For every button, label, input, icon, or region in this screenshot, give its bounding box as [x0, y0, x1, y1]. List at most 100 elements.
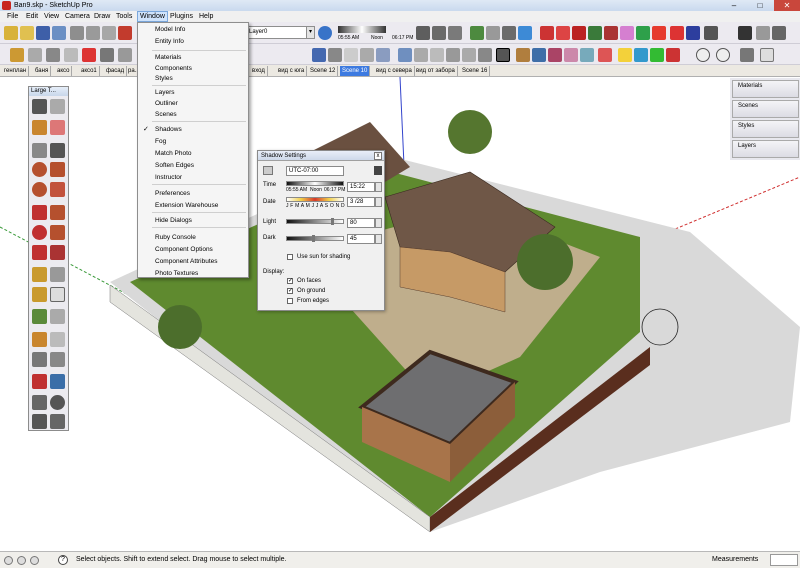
time-input[interactable]: 15:22: [347, 182, 375, 192]
polygon-icon[interactable]: [32, 182, 47, 197]
menu-item-component-attributes[interactable]: Component Attributes: [155, 257, 218, 266]
ruby-icon-2[interactable]: [556, 26, 570, 40]
make-component-icon[interactable]: [50, 99, 65, 114]
menu-item-ruby-console[interactable]: Ruby Console: [155, 233, 196, 242]
menu-item-preferences[interactable]: Preferences: [155, 189, 190, 198]
menu-item-extension-warehouse[interactable]: Extension Warehouse: [155, 201, 218, 210]
menu-item-fog[interactable]: Fog: [155, 137, 166, 146]
layer-select[interactable]: Layer0: [246, 26, 310, 39]
details-toggle-icon[interactable]: [374, 166, 382, 175]
new-file-icon[interactable]: [4, 26, 18, 40]
plugin-icon-10[interactable]: [772, 26, 786, 40]
menu-item-components[interactable]: Components: [155, 64, 192, 73]
plugin-icon-18[interactable]: [634, 48, 648, 62]
zoom-icon[interactable]: [46, 48, 60, 62]
shadow-time-slider[interactable]: [338, 26, 386, 33]
menu-view[interactable]: View: [42, 11, 61, 22]
menu-tools[interactable]: Tools: [114, 11, 134, 22]
ruby-icon-3[interactable]: [572, 26, 586, 40]
view-iso-2-icon[interactable]: [398, 48, 412, 62]
menu-item-shadows[interactable]: Shadows: [155, 125, 182, 134]
user-icon[interactable]: [30, 556, 39, 565]
push-pull-icon[interactable]: [50, 205, 65, 220]
scene-tab-genplan[interactable]: генплан: [2, 66, 30, 76]
ruby-icon-1[interactable]: [540, 26, 554, 40]
protractor-icon[interactable]: [32, 287, 47, 302]
view-back-icon[interactable]: [462, 48, 476, 62]
orbit-2-icon[interactable]: [32, 332, 47, 347]
shadow-settings-close-button[interactable]: x: [374, 152, 382, 160]
menu-camera[interactable]: Camera: [63, 11, 92, 22]
scene-tab-vid-s-severa[interactable]: вид с севера: [374, 66, 415, 76]
move-icon[interactable]: [32, 205, 47, 220]
pan-icon[interactable]: [738, 26, 752, 40]
model-scene-drawing[interactable]: [0, 77, 800, 551]
scene-tab-scene10[interactable]: Scene 10: [340, 66, 371, 76]
plugin-icon-21[interactable]: [696, 48, 710, 62]
style-shaded-icon[interactable]: [376, 48, 390, 62]
dark-slider[interactable]: [286, 235, 344, 242]
tray-styles[interactable]: Styles: [732, 120, 799, 138]
menu-item-materials[interactable]: Materials: [155, 53, 181, 62]
look-around-icon[interactable]: [50, 395, 65, 410]
layer-manager-icon[interactable]: [318, 26, 332, 40]
menu-item-soften-edges[interactable]: Soften Edges: [155, 161, 194, 170]
view-left-icon[interactable]: [478, 48, 492, 62]
menu-item-layers[interactable]: Layers: [155, 88, 175, 97]
menu-item-hide-dialogs[interactable]: Hide Dialogs: [155, 216, 192, 225]
menu-edit[interactable]: Edit: [24, 11, 40, 22]
on-ground-checkbox[interactable]: ✓: [287, 288, 293, 294]
scene-tab-akso1[interactable]: аксо1: [79, 66, 100, 76]
select-arrow-icon[interactable]: [32, 99, 47, 114]
zoom-extents-2-icon[interactable]: [32, 374, 47, 389]
plugin-icon-22[interactable]: [716, 48, 730, 62]
tray-materials[interactable]: Materials: [732, 80, 799, 98]
view-top-icon[interactable]: [432, 26, 446, 40]
position-camera-2-icon[interactable]: [32, 395, 47, 410]
layer-dropdown-arrow[interactable]: ▾: [306, 26, 315, 39]
time-spinner[interactable]: [375, 182, 382, 192]
menu-help[interactable]: Help: [197, 11, 215, 22]
scene-tab-scene16[interactable]: Scene 16: [460, 66, 491, 76]
extension-warehouse-icon[interactable]: [518, 26, 532, 40]
3d-text-icon[interactable]: [50, 309, 65, 324]
menu-item-styles[interactable]: Styles: [155, 74, 173, 83]
style-backedges-icon[interactable]: [328, 48, 342, 62]
light-slider-knob[interactable]: [331, 218, 334, 225]
arc-icon[interactable]: [50, 162, 65, 177]
plugin-icon-1[interactable]: [588, 26, 602, 40]
offset-icon[interactable]: [50, 245, 65, 260]
plugin-icon-20[interactable]: [666, 48, 680, 62]
save-icon[interactable]: [36, 26, 50, 40]
dark-input[interactable]: 45: [347, 234, 375, 244]
scene-tab-banya[interactable]: баня: [33, 66, 52, 76]
shadow-toggle-icon[interactable]: [496, 48, 510, 62]
erase-icon[interactable]: [118, 26, 132, 40]
tray-layers[interactable]: Layers: [732, 140, 799, 158]
dark-spinner[interactable]: [375, 234, 382, 244]
menu-file[interactable]: File: [5, 11, 20, 22]
copy-icon[interactable]: [86, 26, 100, 40]
style-hidden-line-icon[interactable]: [360, 48, 374, 62]
shadow-toggle-icon[interactable]: [263, 166, 273, 175]
walk-icon[interactable]: [28, 48, 42, 62]
print-icon[interactable]: [52, 26, 66, 40]
tape-measure-icon[interactable]: [32, 267, 47, 282]
plugin-icon-7[interactable]: [686, 26, 700, 40]
cut-icon[interactable]: [70, 26, 84, 40]
line-pencil-icon[interactable]: [50, 143, 65, 158]
plugin-icon-9[interactable]: [756, 26, 770, 40]
scene-tab-vhod[interactable]: вход: [250, 66, 268, 76]
style-xray-icon[interactable]: [312, 48, 326, 62]
menu-draw[interactable]: Draw: [92, 11, 112, 22]
on-faces-checkbox[interactable]: ✓: [287, 278, 293, 284]
use-sun-checkbox[interactable]: [287, 254, 293, 260]
credits-icon[interactable]: [17, 556, 26, 565]
menu-item-instructor[interactable]: Instructor: [155, 173, 182, 182]
menu-item-photo-textures[interactable]: Photo Textures: [155, 269, 198, 278]
plugin-icon-19[interactable]: [650, 48, 664, 62]
paste-icon[interactable]: [102, 26, 116, 40]
zoom-extents-icon[interactable]: [82, 48, 96, 62]
plugin-icon-13[interactable]: [548, 48, 562, 62]
plugin-icon-4[interactable]: [636, 26, 650, 40]
